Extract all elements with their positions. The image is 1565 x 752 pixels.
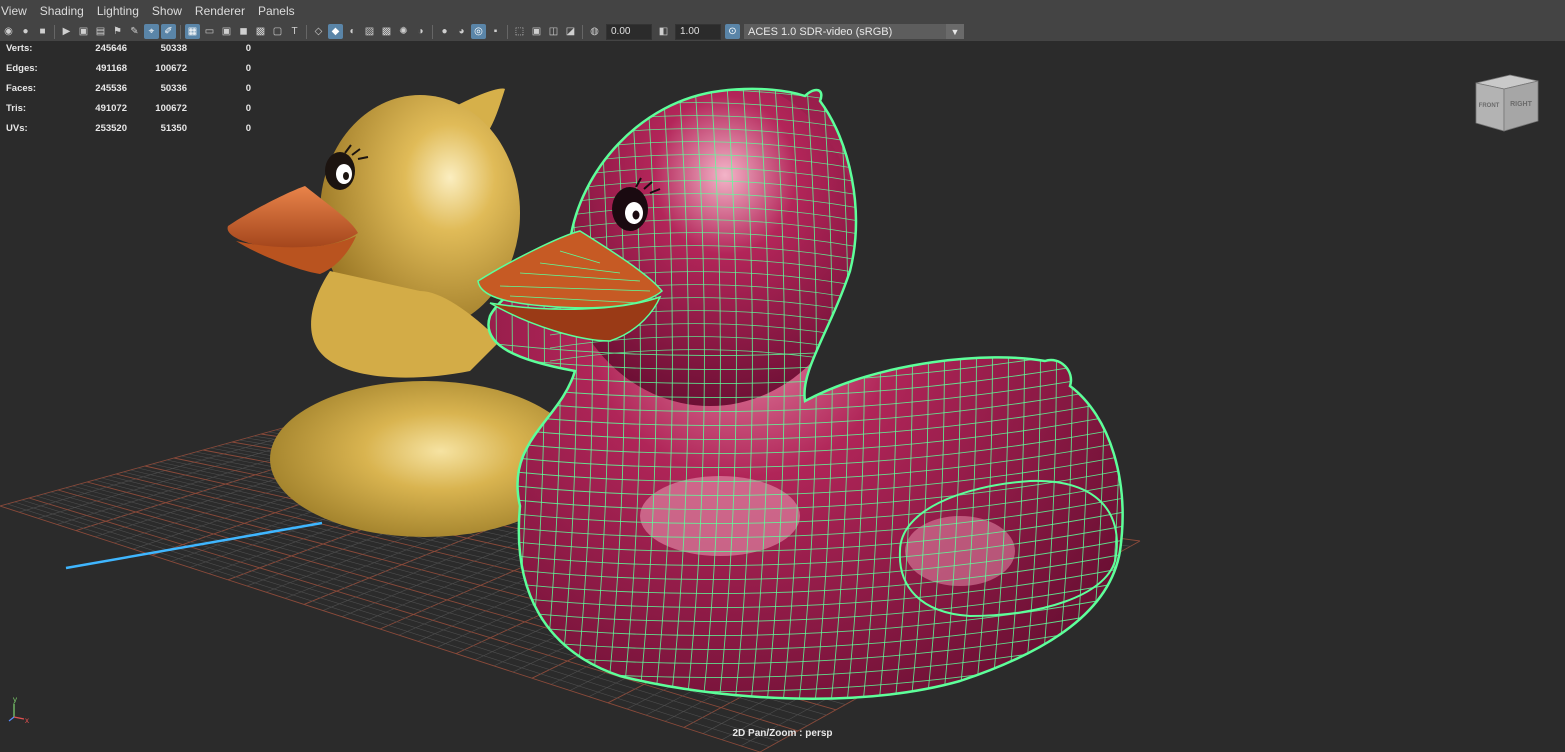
camera-name-label: 2D Pan/Zoom : persp [732, 728, 833, 739]
xray-components-icon[interactable]: ◪ [563, 24, 578, 39]
hud-row-verts: Verts: 245646 50338 0 [6, 43, 256, 63]
wireframe-icon[interactable]: ◇ [311, 24, 326, 39]
xray-joints-icon[interactable]: ◫ [546, 24, 561, 39]
menu-shading[interactable]: Shading [34, 4, 91, 18]
hud-value: 0 [245, 103, 251, 114]
menu-show[interactable]: Show [146, 4, 189, 18]
poly-count-hud: Verts: 245646 50338 0 Edges: 491168 1006… [6, 43, 256, 143]
film-gate-icon[interactable]: ▭ [202, 24, 217, 39]
lights-icon[interactable]: ✺ [396, 24, 411, 39]
hud-row-tris: Tris: 491072 100672 0 [6, 103, 256, 123]
camera-attributes-icon[interactable]: ■ [35, 24, 50, 39]
field-chart-icon[interactable]: ▩ [253, 24, 268, 39]
view-cube-front-label[interactable]: FRONT [1479, 103, 1500, 109]
hud-label: Verts: [6, 43, 33, 54]
camera-2d-icon[interactable]: ▤ [93, 24, 108, 39]
hud-value: 245536 [95, 83, 127, 94]
hud-value: 51350 [160, 123, 187, 134]
hud-value: 0 [245, 123, 251, 134]
safe-action-icon[interactable]: ▢ [270, 24, 285, 39]
menu-view[interactable]: View [0, 4, 34, 18]
panel-menu-bar: View Shading Lighting Show Renderer Pane… [0, 0, 1565, 22]
menu-renderer[interactable]: Renderer [189, 4, 252, 18]
scene-canvas [0, 71, 1152, 752]
hud-value: 100672 [155, 63, 187, 74]
hud-value: 253520 [95, 123, 127, 134]
hud-value: 245646 [95, 43, 127, 54]
gate-mask-icon[interactable]: ◼ [236, 24, 251, 39]
view-cube[interactable]: FRONT RIGHT [1470, 71, 1546, 135]
hud-value: 0 [245, 83, 251, 94]
axis-gizmo: y x [8, 695, 29, 725]
resolution-gate-icon[interactable]: ▣ [219, 24, 234, 39]
hud-value: 491072 [95, 103, 127, 114]
grid-icon[interactable]: ▦ [185, 24, 200, 39]
image-plane-icon[interactable]: ▣ [76, 24, 91, 39]
gamma-icon[interactable]: ◧ [656, 24, 671, 39]
select-camera-icon[interactable]: ◉ [1, 24, 16, 39]
toolbar-divider [507, 24, 508, 39]
grease-pencil-icon[interactable]: ✐ [161, 24, 176, 39]
pan-zoom-icon[interactable]: ⌖ [144, 24, 159, 39]
toolbar-divider [582, 24, 583, 39]
pen-icon[interactable]: ✎ [127, 24, 142, 39]
shadows-icon[interactable]: ◑ [413, 24, 428, 39]
hud-value: 491168 [95, 63, 127, 74]
axis-y-label: y [13, 695, 17, 704]
view-transform-value: ACES 1.0 SDR-video (sRGB) [748, 25, 893, 38]
hud-value: 50338 [160, 43, 187, 54]
menu-panels[interactable]: Panels [252, 4, 302, 18]
toolbar-divider [432, 24, 433, 39]
isolate-select-icon[interactable]: ⬚ [512, 24, 527, 39]
bookmarks-icon[interactable]: ▶ [59, 24, 74, 39]
exposure-icon[interactable]: ◍ [587, 24, 602, 39]
exposure-field[interactable]: 0.00 [606, 23, 652, 40]
maya-viewport-panel: View Shading Lighting Show Renderer Pane… [0, 0, 1565, 752]
color-management-icon[interactable]: ⊙ [725, 24, 740, 39]
toolbar-divider [54, 24, 55, 39]
gamma-field[interactable]: 1.00 [675, 23, 721, 40]
hud-label: Faces: [6, 83, 37, 94]
toolbar-divider [306, 24, 307, 39]
motion-blur-icon[interactable]: ◕ [454, 24, 469, 39]
panel-toolbar: ◉ ● ■ ▶ ▣ ▤ ⚑ ✎ ⌖ ✐ ▦ ▭ ▣ ◼ ▩ ▢ T ◇ ◆ ◐ … [0, 22, 1565, 41]
hud-value: 0 [245, 63, 251, 74]
axis-x-label: x [25, 716, 29, 725]
hud-label: UVs: [6, 123, 28, 134]
menu-lighting[interactable]: Lighting [91, 4, 146, 18]
hud-row-edges: Edges: 491168 100672 0 [6, 63, 256, 83]
hud-row-uvs: UVs: 253520 51350 0 [6, 123, 256, 143]
perspective-viewport[interactable]: Verts: 245646 50338 0 Edges: 491168 1006… [0, 41, 1565, 752]
wireframe-on-shaded-icon[interactable]: ◐ [345, 24, 360, 39]
depth-of-field-icon[interactable]: ▪ [488, 24, 503, 39]
hud-value: 0 [245, 43, 251, 54]
hud-label: Tris: [6, 103, 27, 114]
hud-value: 100672 [155, 103, 187, 114]
camera-lock-icon[interactable]: ● [18, 24, 33, 39]
hud-label: Edges: [6, 63, 38, 74]
multisample-aa-icon[interactable]: ◎ [471, 24, 486, 39]
checker-icon[interactable]: ▩ [379, 24, 394, 39]
xray-icon[interactable]: ▣ [529, 24, 544, 39]
safe-title-icon[interactable]: T [287, 24, 302, 39]
toolbar-divider [180, 24, 181, 39]
textured-icon[interactable]: ▨ [362, 24, 377, 39]
x-axis-line [65, 521, 323, 570]
smooth-shade-icon[interactable]: ◆ [328, 24, 343, 39]
hud-value: 50336 [160, 83, 187, 94]
view-transform-dropdown[interactable]: ACES 1.0 SDR-video (sRGB) ▼ [744, 24, 964, 39]
view-cube-right-label[interactable]: RIGHT [1510, 101, 1533, 108]
hud-row-faces: Faces: 245536 50336 0 [6, 83, 256, 103]
pink-duck-mesh[interactable] [460, 71, 1152, 734]
bookmark-flag-icon[interactable]: ⚑ [110, 24, 125, 39]
screen-space-ao-icon[interactable]: ● [437, 24, 452, 39]
chevron-down-icon: ▼ [946, 24, 964, 39]
